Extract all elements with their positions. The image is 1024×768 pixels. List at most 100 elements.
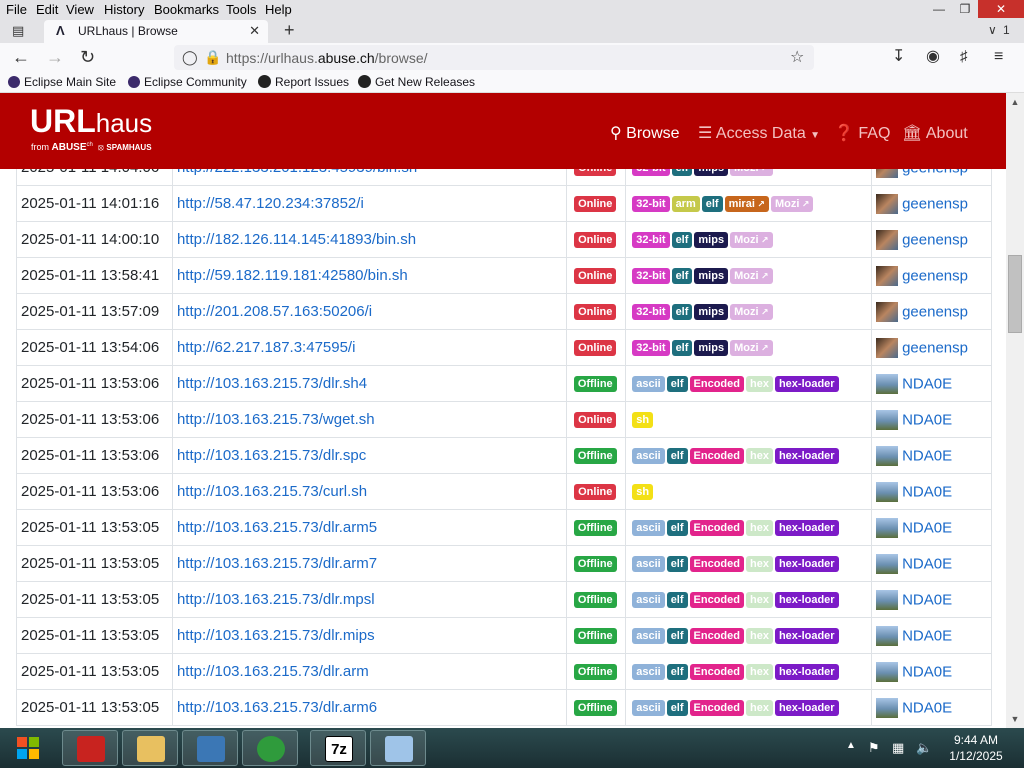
url-link[interactable]: http://103.163.215.73/dlr.arm7 — [177, 555, 377, 572]
tag-badge[interactable]: elf — [666, 520, 688, 537]
nav-browse[interactable]: ⚲ Browse — [610, 123, 680, 143]
tag-badge[interactable]: hex — [745, 448, 773, 465]
tag-badge[interactable]: elf — [666, 448, 688, 465]
tag-badge[interactable]: ascii — [632, 448, 665, 465]
url-link[interactable]: http://103.163.215.73/dlr.sh4 — [177, 375, 367, 392]
tag-badge[interactable]: arm — [671, 196, 700, 213]
tag-badge[interactable]: hex-loader — [774, 520, 839, 537]
taskbar-clock[interactable]: 9:44 AM 1/12/2025 — [940, 732, 1012, 764]
tag-badge[interactable]: ascii — [632, 700, 665, 717]
tag-badge[interactable]: ascii — [632, 520, 665, 537]
tag-badge[interactable]: hex-loader — [774, 556, 839, 573]
url-link[interactable]: http://62.217.187.3:47595/i — [177, 339, 355, 356]
reporter-link[interactable]: geenensp — [902, 303, 968, 320]
tag-badge[interactable]: hex — [745, 592, 773, 609]
nav-faq[interactable]: ❓ FAQ — [834, 123, 890, 143]
tag-badge[interactable]: elf — [666, 700, 688, 717]
tag-badge[interactable]: elf — [701, 196, 723, 213]
menu-edit[interactable]: Edit — [36, 2, 58, 17]
reporter-link[interactable]: geenensp — [902, 195, 968, 212]
tag-badge[interactable]: hex — [745, 376, 773, 393]
menu-bookmarks[interactable]: Bookmarks — [154, 2, 219, 17]
tag-badge[interactable]: ascii — [632, 376, 665, 393]
reporter-link[interactable]: geenensp — [902, 231, 968, 248]
url-link[interactable]: http://103.163.215.73/dlr.arm5 — [177, 519, 377, 536]
network-icon[interactable]: ▦ — [892, 740, 904, 756]
new-tab-icon[interactable]: + — [284, 20, 295, 41]
tag-badge[interactable]: hex-loader — [774, 592, 839, 609]
tag-badge[interactable]: hex-loader — [774, 664, 839, 681]
taskbar-7zip[interactable]: 7z — [310, 730, 366, 766]
start-button[interactable] — [8, 733, 48, 763]
page-scrollbar[interactable] — [1006, 93, 1024, 728]
back-arrow-icon[interactable]: ← — [12, 47, 30, 67]
tag-badge[interactable]: Encoded — [689, 448, 744, 465]
taskbar-notepad[interactable] — [370, 730, 426, 766]
volume-icon[interactable]: 🔈 — [916, 740, 932, 756]
reporter-link[interactable]: NDA0E — [902, 519, 952, 536]
tag-badge[interactable]: hex — [745, 664, 773, 681]
url-link[interactable]: http://103.163.215.73/dlr.mips — [177, 627, 375, 644]
tag-badge[interactable]: elf — [666, 628, 688, 645]
tab-close-icon[interactable]: ✕ — [249, 23, 260, 39]
taskbar-file-explorer[interactable] — [122, 730, 178, 766]
tag-badge[interactable]: hex — [745, 628, 773, 645]
tag-badge[interactable]: mips — [694, 232, 729, 249]
minimize-button[interactable]: — — [926, 0, 952, 18]
shield-icon[interactable]: ◯ — [182, 49, 198, 66]
reporter-link[interactable]: NDA0E — [902, 483, 952, 500]
address-bar[interactable]: ◯ 🔒 https://urlhaus.abuse.ch/browse/ ☆ — [174, 45, 814, 70]
extensions-icon[interactable]: ♯ — [960, 47, 968, 67]
menu-tools[interactable]: Tools — [226, 2, 256, 17]
tag-badge[interactable]: Encoded — [689, 664, 744, 681]
tag-badge[interactable]: 32-bit — [632, 232, 670, 249]
tab-overflow-chevron-icon[interactable]: ∨ — [988, 23, 997, 37]
url-link[interactable]: http://103.163.215.73/dlr.arm — [177, 663, 369, 680]
tab-urlhaus[interactable]: Λ URLhaus | Browse ✕ — [44, 20, 268, 43]
menu-file[interactable]: File — [6, 2, 27, 17]
reporter-link[interactable]: NDA0E — [902, 663, 952, 680]
tag-badge[interactable]: Encoded — [689, 700, 744, 717]
tag-badge[interactable]: Mozi ↗ — [730, 232, 773, 249]
forward-arrow-icon[interactable]: → — [46, 47, 64, 67]
tag-badge[interactable]: elf — [666, 592, 688, 609]
tag-badge[interactable]: elf — [666, 556, 688, 573]
reporter-link[interactable]: NDA0E — [902, 699, 952, 716]
tag-badge[interactable]: hex-loader — [774, 448, 839, 465]
url-link[interactable]: http://182.126.114.145:41893/bin.sh — [177, 231, 416, 248]
tray-expand-icon[interactable]: ▲ — [846, 740, 856, 751]
bookmark-report-issues[interactable]: Report Issues — [258, 75, 349, 89]
url-link[interactable]: http://103.163.215.73/curl.sh — [177, 483, 367, 500]
tag-badge[interactable]: ascii — [632, 664, 665, 681]
tag-badge[interactable]: sh — [632, 412, 654, 429]
url-link[interactable]: http://103.163.215.73/wget.sh — [177, 411, 375, 428]
reporter-link[interactable]: NDA0E — [902, 447, 952, 464]
tag-badge[interactable]: Encoded — [689, 556, 744, 573]
app-menu-icon[interactable]: ≡ — [994, 47, 1003, 67]
reporter-link[interactable]: NDA0E — [902, 411, 952, 428]
taskbar-download-manager[interactable] — [242, 730, 298, 766]
tag-badge[interactable]: elf — [671, 232, 693, 249]
reporter-link[interactable]: NDA0E — [902, 375, 952, 392]
tag-badge[interactable]: 32-bit — [632, 268, 670, 285]
bookmark-eclipse-main-site[interactable]: Eclipse Main Site — [8, 75, 116, 89]
action-center-flag-icon[interactable]: ⚑ — [868, 740, 880, 756]
tag-badge[interactable]: hex — [745, 556, 773, 573]
tag-badge[interactable]: hex-loader — [774, 628, 839, 645]
tag-badge[interactable]: elf — [666, 376, 688, 393]
tag-badge[interactable]: Mozi ↗ — [730, 304, 773, 321]
tag-badge[interactable]: Mozi ↗ — [770, 196, 814, 213]
tag-badge[interactable]: ascii — [632, 556, 665, 573]
tag-badge[interactable]: 32-bit — [632, 304, 670, 321]
close-window-button[interactable]: ✕ — [978, 0, 1024, 18]
tag-badge[interactable]: hex — [745, 520, 773, 537]
url-link[interactable]: http://103.163.215.73/dlr.spc — [177, 447, 366, 464]
tag-badge[interactable]: Encoded — [689, 520, 744, 537]
reload-icon[interactable]: ↻ — [80, 47, 95, 67]
menu-history[interactable]: History — [104, 2, 144, 17]
scrollbar-thumb[interactable] — [1008, 255, 1022, 333]
tag-badge[interactable]: 32-bit — [632, 196, 670, 213]
tag-badge[interactable]: Mozi ↗ — [730, 340, 773, 357]
menu-view[interactable]: View — [66, 2, 94, 17]
tag-badge[interactable]: elf — [671, 340, 693, 357]
